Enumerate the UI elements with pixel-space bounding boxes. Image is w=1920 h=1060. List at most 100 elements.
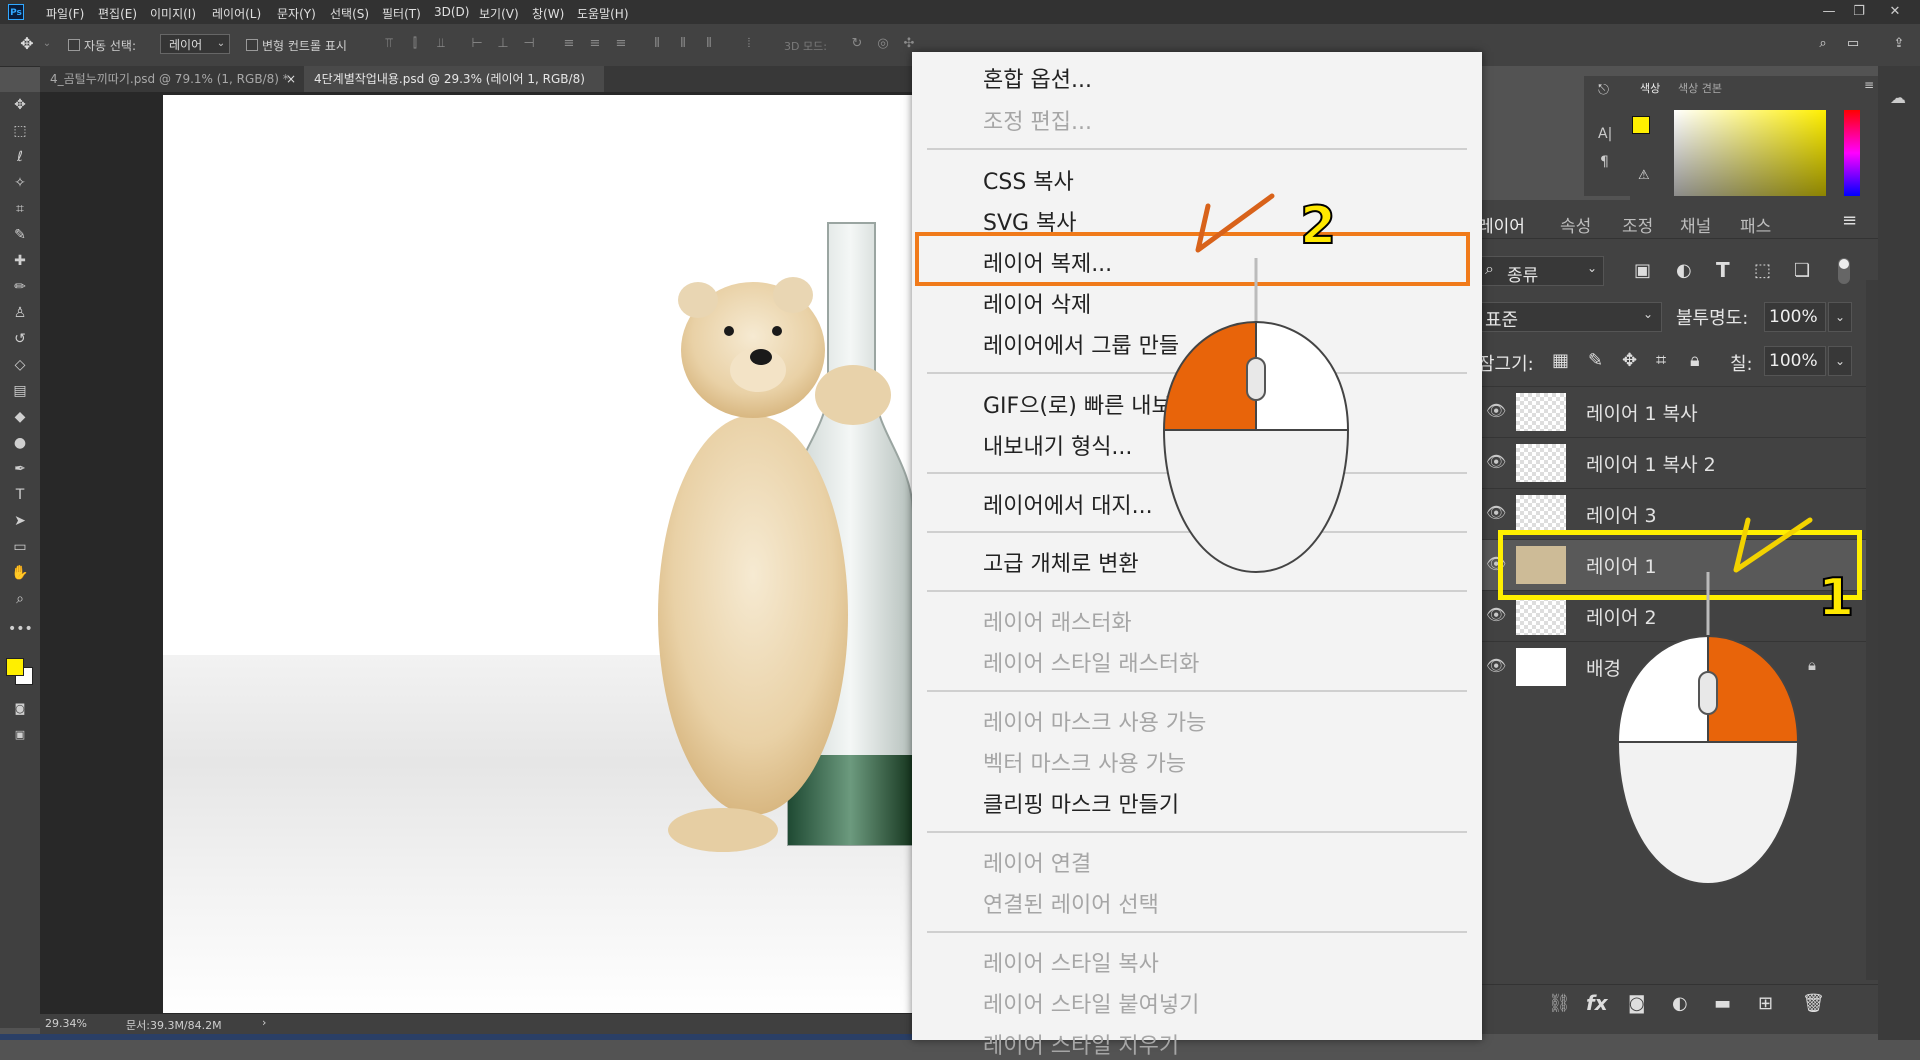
link-layers-icon[interactable]: ⛓︎ [1548,993,1571,1014]
marquee-tool-icon[interactable]: ⬚ [8,120,32,142]
menu-filter[interactable]: 필터(T) [382,5,421,22]
lock-transparency-icon[interactable]: ▦ [1552,350,1569,371]
menu-item-group-from-layers[interactable]: 레이어에서 그룹 만들 [983,328,1179,360]
layers-panel-menu-icon[interactable]: ≡ [1842,210,1857,231]
tab-document-1[interactable]: 4_곰털누끼따기.psd @ 79.1% (1, RGB/8) * × [40,66,302,92]
add-mask-icon[interactable]: ◙ [1628,993,1645,1014]
auto-select-checkbox[interactable]: 자동 선택: [68,37,136,54]
auto-align-icon[interactable]: ⦙ [742,36,756,52]
menu-item-clear-layer-style[interactable]: 레이어 스타일 지우기 [983,1028,1179,1060]
menu-item-link-layers[interactable]: 레이어 연결 [983,846,1091,878]
layer-name[interactable]: 배경 [1586,654,1621,681]
opacity-slider-button[interactable]: ⌄ [1828,302,1852,332]
status-menu-arrow[interactable]: › [262,1016,266,1029]
color-foreground-swatch[interactable] [1632,116,1650,134]
history-icon[interactable]: ⎋ [1598,82,1609,98]
path-selection-tool-icon[interactable]: ➤ [8,510,32,532]
menu-item-blending-options[interactable]: 혼합 옵션... [983,62,1092,94]
menu-item-edit-adjustment[interactable]: 조정 편집... [983,104,1092,136]
tab-adjustments[interactable]: 조정 [1622,212,1653,237]
lock-position-icon[interactable]: ✥ [1622,350,1637,371]
lock-image-icon[interactable]: ✎ [1588,350,1603,371]
3d-drag-icon[interactable]: ✣ [902,36,916,52]
align-right-icon[interactable]: ⊣ [522,36,536,52]
distribute-right-icon[interactable]: ⦀ [702,36,716,52]
menu-item-quick-export-gif[interactable]: GIF으(로) 빠른 내보 [983,388,1172,420]
menu-help[interactable]: 도움말(H) [577,5,629,22]
layer-name[interactable]: 레이어 2 [1586,603,1657,630]
quick-mask-icon[interactable]: ◙ [8,698,32,720]
dodge-tool-icon[interactable]: ● [8,432,32,454]
menu-type[interactable]: 문자(Y) [277,5,316,22]
new-group-icon[interactable]: ▬ [1714,993,1731,1014]
menu-edit[interactable]: 편집(E) [98,5,137,22]
menu-item-create-clipping-mask[interactable]: 클리핑 마스크 만들기 [983,787,1179,819]
layer-row[interactable]: 👁︎ 레이어 1 복사 [1478,386,1866,437]
more-tools-icon[interactable]: ••• [8,618,33,640]
magic-wand-tool-icon[interactable]: ✧ [8,172,32,194]
layer-name[interactable]: 레이어 1 복사 2 [1586,450,1716,477]
menu-item-rasterize-layer-style[interactable]: 레이어 스타일 래스터화 [983,646,1199,678]
3d-rotate-icon[interactable]: ↻ [850,36,864,52]
foreground-color-swatch[interactable] [6,658,24,676]
layer-style-icon[interactable]: fx [1586,991,1608,1015]
filter-pixel-icon[interactable]: ▣ [1634,260,1651,281]
eyedropper-tool-icon[interactable]: ✎ [8,224,32,246]
visibility-eye-icon[interactable]: 👁︎ [1486,605,1506,624]
type-tool-icon[interactable]: T [8,484,32,506]
menu-item-copy-css[interactable]: CSS 복사 [983,164,1074,196]
close-window-button[interactable]: ✕ [1882,2,1908,22]
restore-button[interactable]: ❐ [1846,2,1872,22]
document-canvas[interactable] [163,95,913,1013]
align-hcenter-icon[interactable]: ⊥ [496,36,510,52]
close-tab-icon[interactable]: × [286,66,296,92]
layer-name[interactable]: 레이어 3 [1586,501,1657,528]
layer-row[interactable]: 👁︎ 레이어 1 복사 2 [1478,437,1866,488]
menu-item-artboard-from-layers[interactable]: 레이어에서 대지... [983,488,1153,520]
distribute-bottom-icon[interactable]: ≡ [614,36,628,52]
zoom-tool-icon[interactable]: ⌕ [8,588,32,610]
visibility-eye-icon[interactable]: 👁︎ [1486,503,1506,522]
menu-item-copy-layer-style[interactable]: 레이어 스타일 복사 [983,946,1159,978]
hue-slider[interactable] [1844,110,1860,196]
hand-tool-icon[interactable]: ✋ [8,562,32,584]
fill-input[interactable]: 100% [1764,346,1826,376]
new-layer-icon[interactable]: ⊞ [1758,993,1773,1014]
clone-stamp-tool-icon[interactable]: ♙ [8,302,32,324]
filter-toggle[interactable] [1838,258,1850,284]
tab-paths[interactable]: 패스 [1740,212,1771,237]
menu-item-enable-vector-mask[interactable]: 벡터 마스크 사용 가능 [983,746,1186,778]
healing-brush-tool-icon[interactable]: ✚ [8,250,32,272]
paragraph-icon[interactable]: ¶ [1600,154,1609,170]
layer-row[interactable]: 👁︎ 배경 🔒︎ [1478,641,1866,692]
blur-tool-icon[interactable]: ◆ [8,406,32,428]
distribute-vcenter-icon[interactable]: ≡ [588,36,602,52]
tab-channels[interactable]: 채널 [1680,212,1711,237]
eraser-tool-icon[interactable]: ◇ [8,354,32,376]
menu-view[interactable]: 보기(V) [479,5,519,22]
color-picker-field[interactable] [1674,110,1826,196]
tab-layers[interactable]: 레이어 [1478,212,1525,237]
fill-slider-button[interactable]: ⌄ [1828,346,1852,376]
visibility-eye-icon[interactable]: 👁︎ [1486,656,1506,675]
align-top-icon[interactable]: ⫪ [382,36,396,52]
share-icon[interactable]: ⇪ [1892,36,1906,52]
crop-tool-icon[interactable]: ⌗ [8,198,32,220]
menu-item-convert-smart-object[interactable]: 고급 개체로 변환 [983,546,1139,578]
filter-shape-icon[interactable]: ⬚ [1754,260,1771,281]
lock-artboard-icon[interactable]: ⌗ [1656,350,1666,371]
align-bottom-icon[interactable]: ⫫ [434,36,448,52]
move-tool-icon[interactable]: ✥ [20,36,34,52]
align-left-icon[interactable]: ⊢ [470,36,484,52]
visibility-eye-icon[interactable]: 👁︎ [1486,401,1506,420]
transform-controls-checkbox[interactable]: 변형 컨트롤 표시 [246,37,347,54]
lasso-tool-icon[interactable]: ℓ [8,146,32,168]
3d-roll-icon[interactable]: ◎ [876,36,890,52]
minimize-button[interactable]: — [1816,2,1842,22]
menu-file[interactable]: 파일(F) [46,5,84,22]
blend-mode-dropdown[interactable]: 표준 ⌄ [1480,302,1662,332]
menu-item-rasterize-layer[interactable]: 레이어 래스터화 [983,605,1132,637]
history-brush-tool-icon[interactable]: ↺ [8,328,32,350]
menu-image[interactable]: 이미지(I) [150,5,196,22]
filter-type-icon[interactable]: T [1716,258,1730,282]
